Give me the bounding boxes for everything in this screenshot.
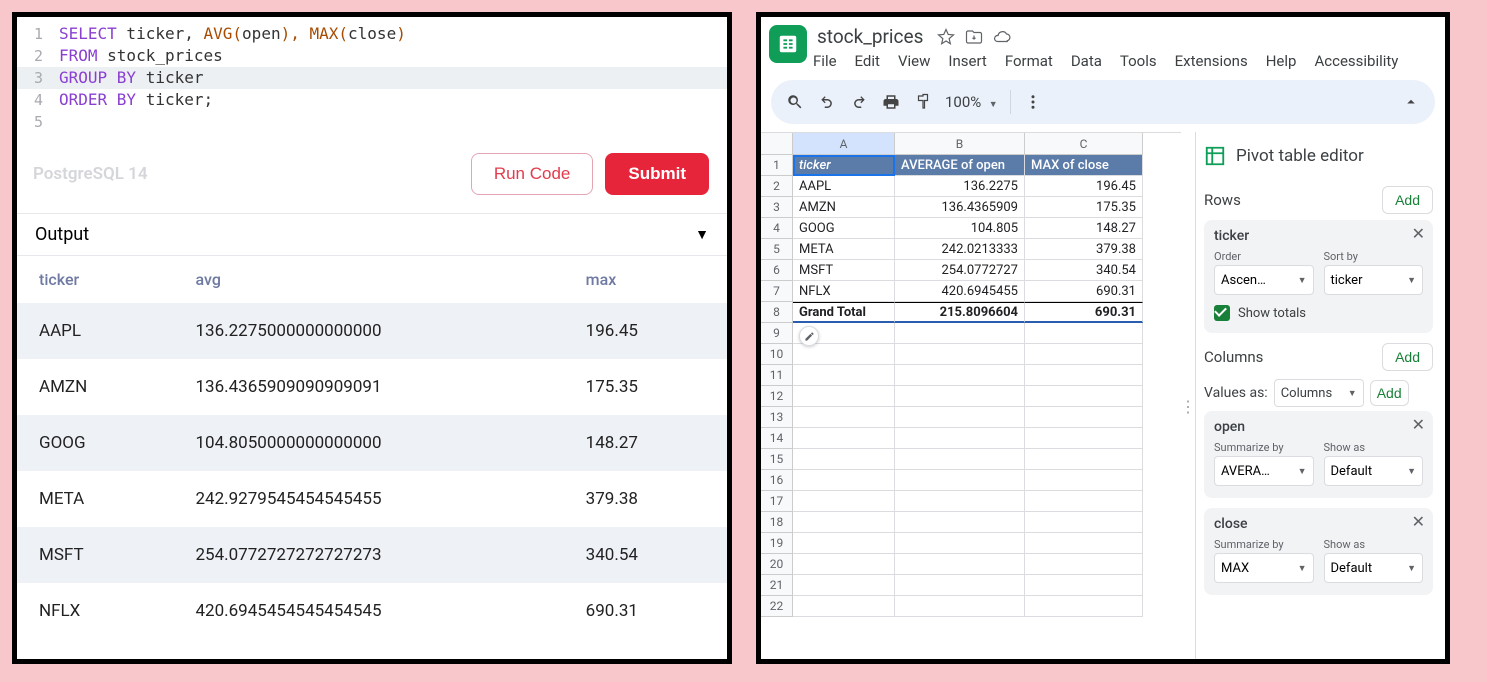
rows-label: Rows: [1204, 191, 1241, 209]
menu-bar: File Edit View Insert Format Data Tools …: [813, 52, 1398, 70]
col-header-a[interactable]: A: [793, 133, 895, 155]
col-ticker: ticker: [17, 256, 173, 303]
pivot-table-editor: Pivot table editor Rows Add ✕ ticker Ord…: [1195, 132, 1445, 664]
menu-file[interactable]: File: [813, 52, 837, 70]
star-icon[interactable]: [937, 28, 955, 46]
order-select[interactable]: Ascen…▼: [1214, 265, 1314, 295]
cloud-saved-icon[interactable]: [993, 28, 1011, 46]
menu-extensions[interactable]: Extensions: [1175, 52, 1248, 70]
zoom-select[interactable]: 100% ▼: [945, 93, 998, 111]
line-number: 5: [17, 111, 59, 133]
spreadsheet-grid[interactable]: A B C 1 ticker AVERAGE of open MAX of cl…: [761, 132, 1181, 664]
submit-button[interactable]: Submit: [605, 153, 709, 195]
table-row: AMZN136.4365909090909091175.35: [17, 359, 727, 415]
line-number: 4: [17, 89, 59, 111]
sql-editor[interactable]: 1SELECT ticker, AVG(open), MAX(close) 2F…: [17, 17, 727, 143]
menu-data[interactable]: Data: [1071, 52, 1102, 70]
output-title: Output: [35, 224, 89, 245]
document-title[interactable]: stock_prices: [813, 23, 927, 50]
menu-edit[interactable]: Edit: [855, 52, 880, 70]
menu-accessibility[interactable]: Accessibility: [1314, 52, 1398, 70]
close-icon[interactable]: ✕: [1412, 226, 1425, 242]
google-sheets-panel: stock_prices File Edit View Insert Forma…: [756, 12, 1450, 664]
more-vert-icon[interactable]: [1023, 92, 1043, 112]
sql-runner-panel: 1SELECT ticker, AVG(open), MAX(close) 2F…: [12, 12, 732, 664]
col-header-b[interactable]: B: [895, 133, 1025, 155]
search-icon[interactable]: [785, 92, 805, 112]
rows-card-ticker: ✕ ticker Order Ascen…▼ Sort by ticker▼ S…: [1204, 220, 1433, 333]
col-header-c[interactable]: C: [1025, 133, 1143, 155]
cell[interactable]: MAX of close: [1025, 155, 1143, 176]
toolbar: 100% ▼: [771, 80, 1435, 124]
results-table: ticker avg max AAPL136.22750000000000001…: [17, 256, 727, 639]
table-row: MSFT254.0772727272727273340.54: [17, 527, 727, 583]
run-code-button[interactable]: Run Code: [471, 153, 594, 195]
table-row: NFLX420.6945454545454545690.31: [17, 583, 727, 639]
add-columns-button[interactable]: Add: [1382, 343, 1433, 371]
redo-icon[interactable]: [849, 92, 869, 112]
menu-help[interactable]: Help: [1266, 52, 1297, 70]
values-card-open: ✕ open Summarize by AVERA…▼ Show as Defa…: [1204, 411, 1433, 498]
values-as-label: Values as:: [1204, 385, 1268, 401]
sortby-select[interactable]: ticker▼: [1324, 265, 1424, 295]
values-card-close: ✕ close Summarize by MAX▼ Show as Defaul…: [1204, 508, 1433, 595]
db-engine-badge: PostgreSQL 14: [23, 158, 158, 190]
move-folder-icon[interactable]: [965, 28, 983, 46]
print-icon[interactable]: [881, 92, 901, 112]
select-all-corner[interactable]: [761, 133, 793, 155]
pivot-editor-title: Pivot table editor: [1236, 146, 1364, 166]
menu-tools[interactable]: Tools: [1120, 52, 1157, 70]
line-number: 3: [17, 67, 59, 89]
show-totals-checkbox[interactable]: [1214, 305, 1230, 321]
chevron-down-icon: ▼: [695, 226, 709, 243]
pivot-icon: [1204, 145, 1226, 167]
line-number: 2: [17, 45, 59, 67]
sheets-logo-icon: [769, 25, 807, 63]
col-avg: avg: [173, 256, 563, 303]
drag-handle-icon[interactable]: ⋮: [1181, 132, 1195, 664]
showas-select[interactable]: Default▼: [1324, 456, 1424, 486]
line-number: 1: [17, 23, 59, 45]
menu-insert[interactable]: Insert: [948, 52, 986, 70]
cell[interactable]: AVERAGE of open: [895, 155, 1025, 176]
summarize-select[interactable]: MAX▼: [1214, 553, 1314, 583]
paint-format-icon[interactable]: [913, 92, 933, 112]
row-header[interactable]: 1: [761, 155, 793, 176]
close-icon[interactable]: ✕: [1412, 417, 1425, 433]
cell[interactable]: ticker: [793, 155, 895, 176]
table-row: AAPL136.2275000000000000196.45: [17, 303, 727, 359]
output-header[interactable]: Output ▼: [17, 213, 727, 256]
col-max: max: [564, 256, 727, 303]
edit-pivot-icon[interactable]: [799, 326, 819, 346]
close-icon[interactable]: ✕: [1412, 514, 1425, 530]
add-rows-button[interactable]: Add: [1382, 186, 1433, 214]
menu-format[interactable]: Format: [1005, 52, 1053, 70]
undo-icon[interactable]: [817, 92, 837, 112]
values-as-select[interactable]: Columns▼: [1274, 379, 1364, 407]
showas-select[interactable]: Default▼: [1324, 553, 1424, 583]
columns-label: Columns: [1204, 348, 1263, 366]
table-row: GOOG104.8050000000000000148.27: [17, 415, 727, 471]
summarize-select[interactable]: AVERA…▼: [1214, 456, 1314, 486]
add-values-button[interactable]: Add: [1370, 380, 1409, 406]
menu-view[interactable]: View: [898, 52, 930, 70]
table-row: META242.9279545454545455379.38: [17, 471, 727, 527]
sql-toolbar: PostgreSQL 14 Run Code Submit: [17, 143, 727, 213]
collapse-toolbar-icon[interactable]: [1401, 92, 1421, 112]
